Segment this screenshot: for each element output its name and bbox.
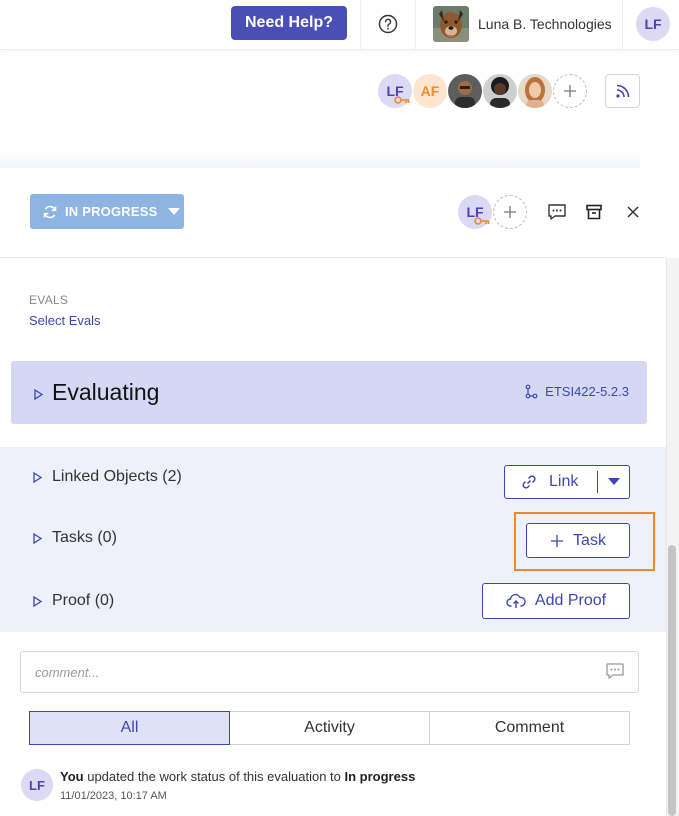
refresh-icon: [43, 205, 57, 218]
tab-comment[interactable]: Comment: [430, 711, 630, 745]
divider: [622, 0, 623, 50]
activity-message: updated the work status of this evaluati…: [87, 769, 341, 784]
activity-avatar: LF: [21, 769, 53, 801]
participant-avatar[interactable]: LF: [378, 74, 412, 108]
activity-actor: You: [60, 769, 84, 784]
need-help-button[interactable]: Need Help?: [231, 6, 347, 40]
assignee-avatar[interactable]: LF: [458, 195, 492, 229]
key-icon: [474, 217, 490, 225]
hierarchy-icon: [525, 384, 538, 399]
close-icon[interactable]: [623, 202, 643, 222]
divider: [360, 0, 361, 50]
link-main-button[interactable]: Link: [505, 466, 597, 498]
plus-icon: [551, 534, 564, 547]
org-logo: [433, 6, 469, 42]
caret-down-icon: [167, 207, 180, 215]
cloud-upload-icon: [506, 593, 526, 608]
proof-toggle[interactable]: Proof (0): [33, 592, 114, 610]
key-icon: [394, 96, 410, 104]
participant-avatar[interactable]: AF: [413, 74, 447, 108]
comment-icon[interactable]: [605, 662, 625, 680]
comment-input[interactable]: [21, 652, 596, 692]
archive-icon[interactable]: [584, 202, 604, 222]
caret-down-icon: [607, 478, 620, 485]
participants-row: LF AF: [378, 74, 588, 108]
plus-icon: [564, 85, 576, 97]
tasks-toggle[interactable]: Tasks (0): [33, 529, 117, 547]
add-participant-button[interactable]: [553, 74, 587, 108]
tab-activity[interactable]: Activity: [230, 711, 430, 745]
add-assignee-button[interactable]: [493, 195, 527, 229]
top-bar: Need Help? Luna B. Technologies LF: [0, 0, 679, 50]
add-proof-button[interactable]: Add Proof: [482, 583, 630, 619]
divider: [415, 0, 416, 50]
rss-feed-button[interactable]: [605, 74, 640, 108]
activity-status: In progress: [344, 769, 416, 784]
help-icon[interactable]: [377, 13, 399, 35]
expand-triangle-icon: [33, 532, 42, 544]
scrollbar-thumb[interactable]: [668, 545, 676, 816]
plus-icon: [504, 206, 516, 218]
rss-icon: [615, 84, 629, 98]
link-icon: [522, 475, 536, 489]
participant-photo[interactable]: [483, 74, 517, 108]
comment-icon[interactable]: [547, 202, 567, 222]
status-dropdown[interactable]: IN PROGRESS: [30, 194, 184, 229]
evaluation-title: Evaluating: [52, 379, 160, 405]
participant-photo[interactable]: [518, 74, 552, 108]
link-dropdown-toggle[interactable]: [598, 466, 629, 498]
activity-timestamp: 11/01/2023, 10:17 AM: [60, 790, 167, 802]
tab-all[interactable]: All: [29, 711, 230, 745]
activity-tabs: All Activity Comment: [29, 711, 630, 745]
select-evals-link[interactable]: Select Evals: [29, 313, 101, 328]
status-label: IN PROGRESS: [65, 204, 158, 219]
expand-triangle-icon: [34, 389, 43, 400]
expand-triangle-icon: [33, 471, 42, 483]
link-button[interactable]: Link: [504, 465, 630, 499]
participant-photo[interactable]: [448, 74, 482, 108]
expand-triangle-icon: [33, 595, 42, 607]
add-task-button[interactable]: Task: [526, 523, 630, 558]
user-avatar[interactable]: LF: [636, 7, 670, 41]
divider: [0, 150, 640, 168]
org-switcher[interactable]: Luna B. Technologies: [433, 6, 612, 42]
org-name: Luna B. Technologies: [478, 16, 612, 32]
activity-text: You updated the work status of this eval…: [60, 769, 415, 784]
evaluation-code-link[interactable]: ETSI422-5.2.3: [524, 384, 629, 399]
linked-objects-toggle[interactable]: Linked Objects (2): [33, 468, 182, 486]
evals-label: EVALS: [29, 293, 69, 307]
comment-box: [20, 651, 639, 693]
divider: [0, 257, 666, 258]
evaluation-header[interactable]: Evaluating ETSI422-5.2.3: [11, 361, 647, 424]
